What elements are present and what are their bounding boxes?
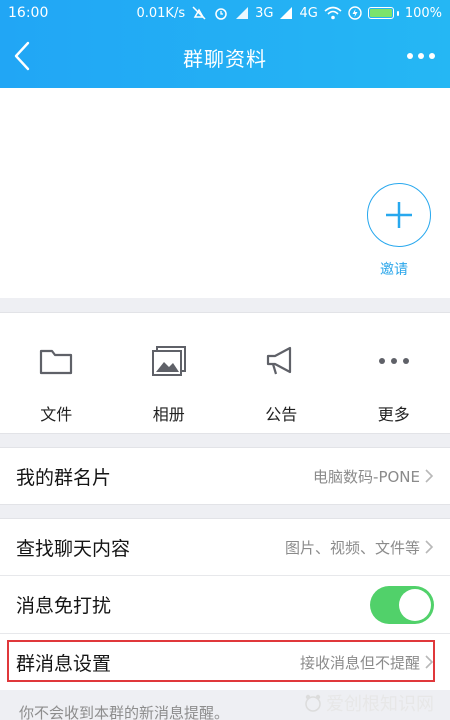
group-card-value: 电脑数码-PONE [313, 467, 420, 486]
group-card-row[interactable]: 我的群名片 电脑数码-PONE [0, 447, 450, 505]
more-options-button[interactable] [404, 43, 438, 69]
back-button[interactable] [8, 38, 36, 74]
toggle-knob [399, 588, 431, 621]
action-label: 公告 [265, 405, 298, 424]
action-grid: 文件 相册 公告 更多 [0, 312, 450, 434]
signal-icon [236, 7, 249, 19]
megaphone-icon [267, 346, 292, 375]
more-dots-icon [378, 358, 409, 364]
status-time: 16:00 [8, 5, 49, 21]
do-not-disturb-row: 消息免打扰 [0, 575, 450, 633]
row-label: 我的群名片 [16, 466, 112, 489]
album-icon [151, 346, 186, 376]
action-notice[interactable]: 公告 [225, 313, 338, 433]
navigation-bar: 群聊资料 [0, 26, 450, 88]
row-value: 电脑数码-PONE [313, 466, 434, 487]
action-album[interactable]: 相册 [113, 313, 226, 433]
row-label: 消息免打扰 [16, 595, 112, 617]
invite-label: 邀请 [380, 262, 408, 278]
do-not-disturb-toggle[interactable] [370, 585, 434, 624]
network-4g: 4G [299, 5, 318, 21]
watermark: 爱创根知识网 [304, 690, 434, 716]
folder-icon [40, 349, 73, 375]
dot [418, 53, 424, 59]
net-speed: 0.01K/s [136, 5, 186, 21]
row-label: 查找聊天内容 [16, 537, 131, 560]
action-label: 相册 [152, 405, 185, 424]
dot [407, 53, 413, 59]
chevron-left-icon [14, 41, 30, 71]
chevron-right-icon [425, 469, 434, 483]
chevron-right-icon [425, 540, 434, 554]
action-label: 更多 [377, 405, 410, 424]
status-icons: 0.01K/s 3G 4G 100% [136, 5, 442, 21]
network-3g: 3G [255, 5, 274, 21]
search-chat-value: 图片、视频、文件等 [284, 538, 420, 557]
signal-icon [280, 7, 293, 19]
charging-icon [348, 6, 362, 20]
watermark-text: 爱创根知识网 [326, 694, 434, 715]
plus-icon [386, 202, 412, 228]
bear-logo-icon [305, 694, 321, 712]
invite-button[interactable] [367, 183, 431, 247]
action-files[interactable]: 文件 [0, 313, 113, 433]
search-chat-row[interactable]: 查找聊天内容 图片、视频、文件等 [0, 518, 450, 575]
wifi-icon [324, 6, 342, 20]
mute-icon [192, 6, 206, 20]
highlight-box [7, 640, 435, 682]
alarm-icon [215, 8, 227, 20]
action-label: 文件 [40, 405, 73, 424]
battery-percent: 100% [404, 5, 442, 21]
status-bar: 16:00 0.01K/s 3G 4G 100% [0, 0, 450, 26]
page-title: 群聊资料 [183, 46, 267, 71]
dot [429, 53, 435, 59]
hint-text: 你不会收到本群的新消息提醒。 [19, 704, 230, 720]
action-more[interactable]: 更多 [338, 313, 450, 433]
members-section: 邀请 [0, 88, 450, 298]
row-value: 图片、视频、文件等 [285, 537, 434, 558]
battery-icon [367, 7, 399, 19]
